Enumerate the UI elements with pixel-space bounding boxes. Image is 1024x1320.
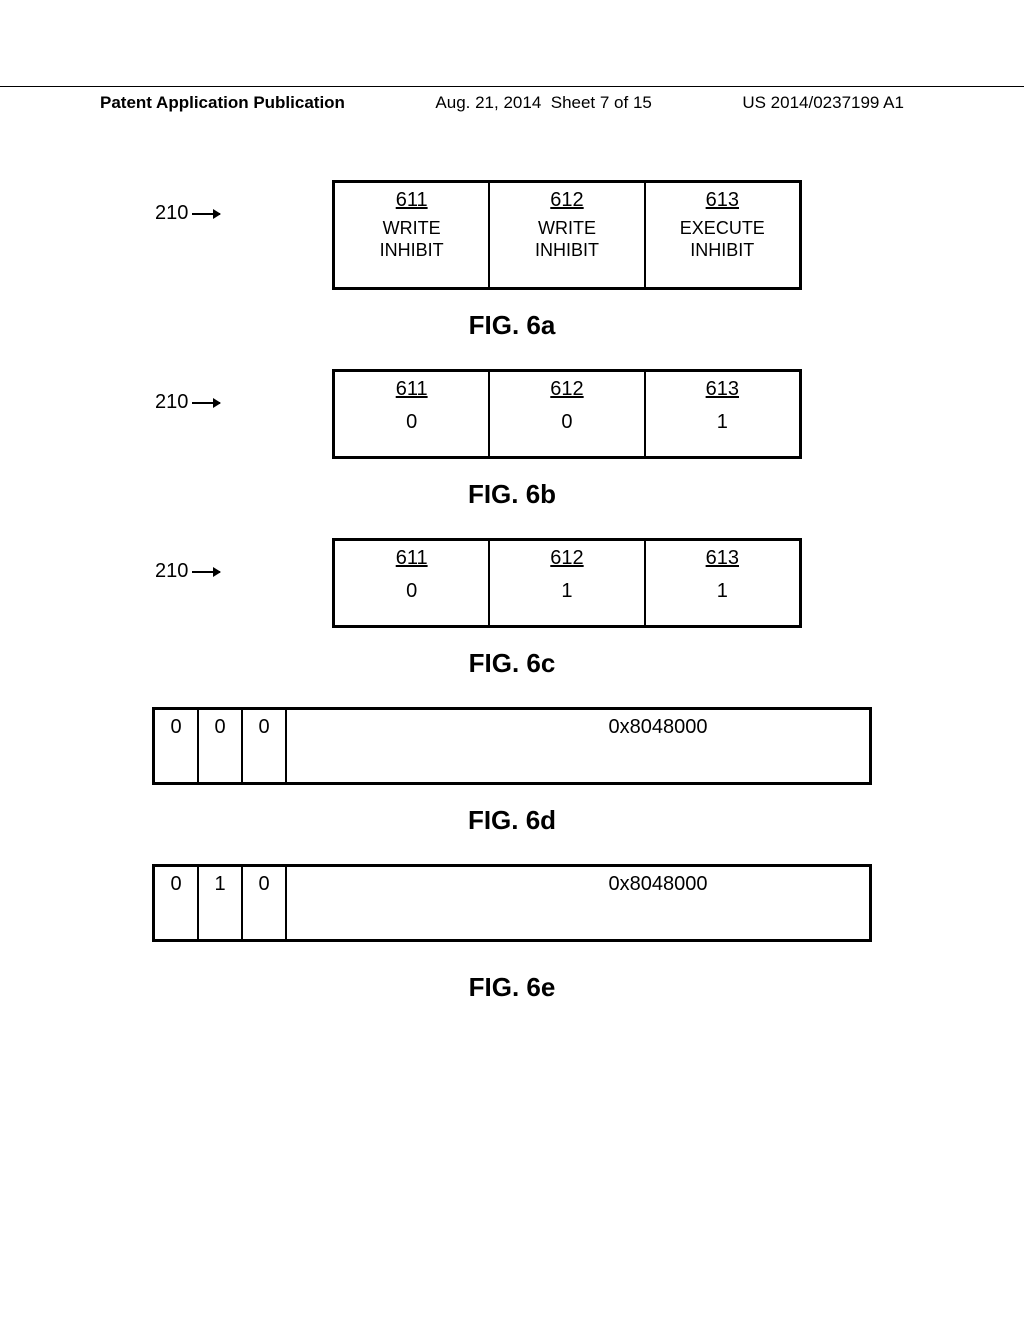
figure-content: 210 611 WRITEINHIBIT 612 WRITEINHIBIT 61… bbox=[0, 180, 1024, 1031]
cell-612: 612 1 bbox=[490, 541, 645, 625]
register-table-6a: 611 WRITEINHIBIT 612 WRITEINHIBIT 613 EX… bbox=[332, 180, 802, 290]
ref-210-c: 210 bbox=[155, 560, 220, 583]
cell-611: 611 0 bbox=[335, 541, 490, 625]
arrow-icon bbox=[192, 571, 220, 573]
cell-611: 611 0 bbox=[335, 372, 490, 456]
header-date-sheet: Aug. 21, 2014 Sheet 7 of 15 bbox=[435, 93, 651, 113]
ref-210-b: 210 bbox=[155, 391, 220, 414]
figure-6a: 210 611 WRITEINHIBIT 612 WRITEINHIBIT 61… bbox=[110, 180, 914, 341]
header-publication: Patent Application Publication bbox=[100, 93, 345, 113]
bit-cell: 0 bbox=[199, 710, 243, 782]
figure-6c: 210 611 0 612 1 613 1 FIG. 6c bbox=[110, 538, 914, 679]
arrow-icon bbox=[192, 213, 220, 215]
figure-6b: 210 611 0 612 0 613 1 FIG. 6b bbox=[110, 369, 914, 510]
page-header: Patent Application Publication Aug. 21, … bbox=[0, 86, 1024, 113]
register-table-6b: 611 0 612 0 613 1 bbox=[332, 369, 802, 459]
caption-6d: FIG. 6d bbox=[110, 805, 914, 836]
entry-table-6e: 0 1 0 0x8048000 bbox=[152, 864, 872, 942]
entry-table-6d: 0 0 0 0x8048000 bbox=[152, 707, 872, 785]
address-cell: 0x8048000 bbox=[287, 867, 869, 939]
figure-6e: 0 1 0 0x8048000 FIG. 6e bbox=[110, 864, 914, 1003]
cell-613: 613 EXECUTEINHIBIT bbox=[646, 183, 799, 287]
bit-cell: 0 bbox=[155, 710, 199, 782]
cell-611: 611 WRITEINHIBIT bbox=[335, 183, 490, 287]
bit-cell: 0 bbox=[155, 867, 199, 939]
address-cell: 0x8048000 bbox=[287, 710, 869, 782]
caption-6c: FIG. 6c bbox=[110, 648, 914, 679]
cell-612: 612 WRITEINHIBIT bbox=[490, 183, 645, 287]
cell-613: 613 1 bbox=[646, 541, 799, 625]
cell-612: 612 0 bbox=[490, 372, 645, 456]
bit-cell: 0 bbox=[243, 710, 287, 782]
cell-613: 613 1 bbox=[646, 372, 799, 456]
ref-210-a: 210 bbox=[155, 202, 220, 225]
bit-cell: 0 bbox=[243, 867, 287, 939]
caption-6b: FIG. 6b bbox=[110, 479, 914, 510]
register-table-6c: 611 0 612 1 613 1 bbox=[332, 538, 802, 628]
bit-cell: 1 bbox=[199, 867, 243, 939]
caption-6a: FIG. 6a bbox=[110, 310, 914, 341]
header-pubno: US 2014/0237199 A1 bbox=[742, 93, 904, 113]
caption-6e: FIG. 6e bbox=[110, 972, 914, 1003]
figure-6d: 0 0 0 0x8048000 FIG. 6d bbox=[110, 707, 914, 836]
arrow-icon bbox=[192, 402, 220, 404]
